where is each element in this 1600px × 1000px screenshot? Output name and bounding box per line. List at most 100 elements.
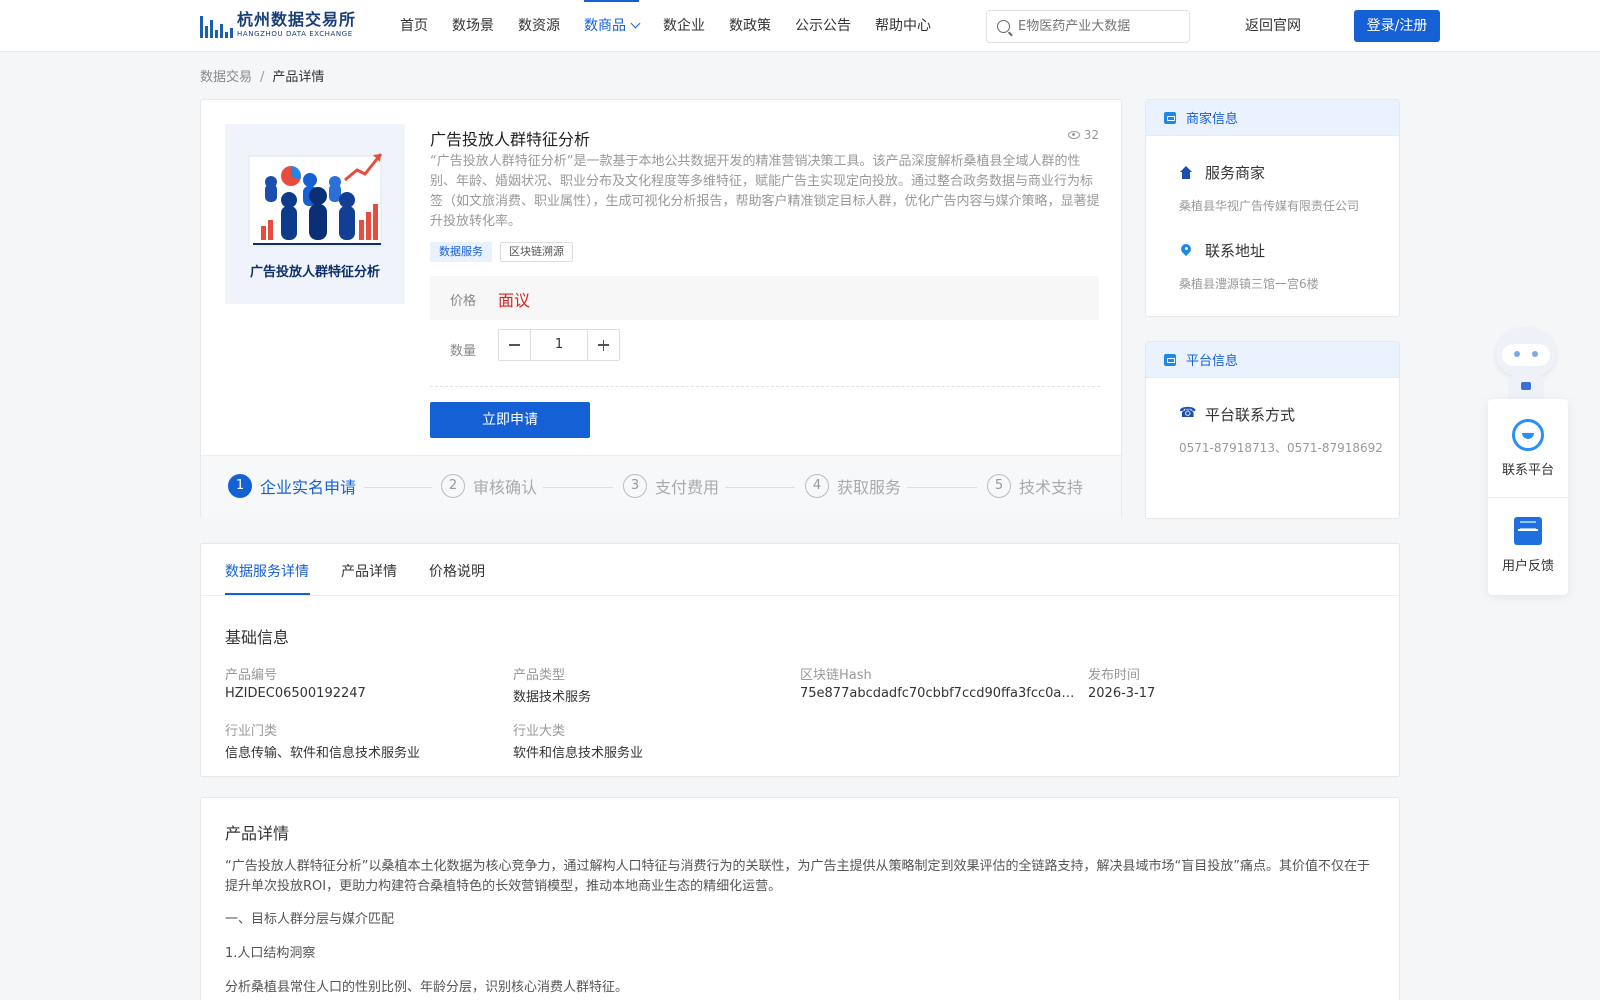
step-label: 支付费用 <box>655 478 720 497</box>
product-image: 广告投放人群特征分析 <box>225 124 405 304</box>
product-detail-paragraph: “广告投放人群特征分析”以桑植本土化数据为核心竞争力，通过解构人口特征与消费行为… <box>225 859 1370 894</box>
floating-panel: 联系平台 用户反馈 <box>1488 399 1568 595</box>
contact-platform-button[interactable]: 联系平台 <box>1488 419 1568 478</box>
merchant-card: 商家信息 服务商家 桑植县华视广告传媒有限责任公司 联系地址 桑植县澧源镇三馆一… <box>1145 99 1400 317</box>
contact-address: 联系地址 <box>1179 240 1265 261</box>
quantity-value[interactable]: 1 <box>530 330 588 360</box>
divider <box>1488 497 1568 498</box>
detail-tabs: 数据服务详情 产品详情 价格说明 <box>201 544 1399 596</box>
step-connector <box>364 487 432 488</box>
platform-card: 平台信息 平台联系方式 0571-87918713、0571-87918692 <box>1145 341 1400 519</box>
monitor-icon <box>1164 353 1176 366</box>
nav-enterprises[interactable]: 数企业 <box>663 0 705 52</box>
logo-title: 杭州数据交易所 <box>237 10 357 29</box>
step-number: 4 <box>805 474 829 498</box>
step-connector <box>725 487 795 488</box>
platform-contact: 平台联系方式 <box>1179 404 1295 425</box>
step-connector <box>907 487 977 488</box>
tab-product-details[interactable]: 产品详情 <box>341 561 397 581</box>
field-value-product-type: 数据技术服务 <box>513 690 592 705</box>
view-count-value: 32 <box>1083 128 1099 142</box>
contact-address-label: 联系地址 <box>1205 242 1266 260</box>
product-detail-heading-1: 一、目标人群分层与媒介匹配 <box>225 912 395 927</box>
field-label-industry-class: 行业大类 <box>513 724 566 739</box>
phone-icon <box>1179 405 1196 422</box>
location-pin-icon <box>1179 244 1193 258</box>
apply-button[interactable]: 立即申请 <box>430 402 590 438</box>
back-to-site-link[interactable]: 返回官网 <box>1245 0 1301 52</box>
tab-service-details[interactable]: 数据服务详情 <box>225 561 309 581</box>
home-icon <box>1179 165 1193 180</box>
process-steps: 1 企业实名申请 2 审核确认 3 支付费用 4 获取服务 5 技术支持 <box>201 455 1121 519</box>
active-tab-indicator <box>225 593 310 595</box>
logo-mark-icon <box>200 12 233 38</box>
service-merchant: 服务商家 <box>1179 162 1265 183</box>
login-register-button[interactable]: 登录/注册 <box>1354 10 1440 42</box>
minus-icon[interactable] <box>499 330 530 360</box>
search-input[interactable] <box>1018 19 1183 34</box>
store-icon <box>1164 111 1176 124</box>
nav-policies[interactable]: 数政策 <box>729 0 771 52</box>
platform-contact-value: 0571-87918713、0571-87918692 <box>1179 441 1383 455</box>
assistant-robot-icon[interactable] <box>1488 324 1568 400</box>
view-count: 32 <box>1067 128 1099 142</box>
product-description: “广告投放人群特征分析”是一款基于本地公共数据开发的精准营销决策工具。该产品深度… <box>430 154 1100 229</box>
breadcrumb-root[interactable]: 数据交易 <box>200 70 252 85</box>
platform-header-label: 平台信息 <box>1186 354 1239 369</box>
nav-products-label: 数商品 <box>584 18 626 34</box>
top-header: 杭州数据交易所 HANGZHOU DATA EXCHANGE 首页 数场景 数资… <box>0 0 1600 52</box>
step-5: 5 技术支持 <box>987 474 1083 498</box>
price-row: 价格 面议 <box>430 276 1099 320</box>
field-value-hash: 75e877abcdadfc70cbbf7ccd90ffa3fcc0a70… <box>800 686 1078 701</box>
price-label: 价格 <box>450 294 477 309</box>
step-number: 3 <box>623 474 647 498</box>
chevron-down-icon <box>630 18 641 29</box>
field-label-publish-time: 发布时间 <box>1088 668 1141 683</box>
eye-icon <box>1067 131 1080 139</box>
field-value-industry-category: 信息传输、软件和信息技术服务业 <box>225 746 421 761</box>
search-box[interactable] <box>986 10 1190 43</box>
product-detail-line: 分析桑植县常住人口的性别比例、年龄分层，识别核心消费人群特征。 <box>225 980 629 995</box>
plus-icon[interactable] <box>588 330 619 360</box>
step-label: 企业实名申请 <box>260 478 357 497</box>
logo-subtitle: HANGZHOU DATA EXCHANGE <box>237 30 353 38</box>
step-label: 获取服务 <box>837 478 902 497</box>
breadcrumb: 数据交易 / 产品详情 <box>200 66 324 85</box>
product-card: 广告投放人群特征分析 广告投放人群特征分析 32 “广告投放人群特征分析”是一款… <box>200 99 1122 519</box>
divider <box>430 386 1100 387</box>
field-value-industry-class: 软件和信息技术服务业 <box>513 746 644 761</box>
nav-home[interactable]: 首页 <box>400 0 428 52</box>
product-image-caption: 广告投放人群特征分析 <box>249 265 380 280</box>
step-connector <box>543 487 613 488</box>
mail-icon <box>1514 517 1542 545</box>
field-value-publish-time: 2026-3-17 <box>1088 686 1156 701</box>
tag-blockchain: 区块链溯源 <box>500 242 573 262</box>
platform-header: 平台信息 <box>1146 342 1399 378</box>
tag-data-service: 数据服务 <box>430 242 492 262</box>
merchant-header-label: 商家信息 <box>1186 112 1239 127</box>
service-merchant-label: 服务商家 <box>1205 164 1266 182</box>
product-detail-card: 产品详情 “广告投放人群特征分析”以桑植本土化数据为核心竞争力，通过解构人口特征… <box>200 797 1400 1000</box>
contact-platform-label: 联系平台 <box>1501 463 1554 478</box>
step-number: 2 <box>441 474 465 498</box>
step-number: 1 <box>228 474 252 498</box>
quantity-stepper: 1 <box>498 329 620 361</box>
nav-scenes[interactable]: 数场景 <box>452 0 494 52</box>
nav-products[interactable]: 数商品 <box>584 0 641 52</box>
nav-resources[interactable]: 数资源 <box>518 0 560 52</box>
product-tags: 数据服务 区块链溯源 <box>430 242 573 262</box>
product-detail-heading-2: 1.人口结构洞察 <box>225 946 316 961</box>
nav-announcements[interactable]: 公示公告 <box>795 0 851 52</box>
step-1: 1 企业实名申请 <box>228 474 356 498</box>
feedback-label: 用户反馈 <box>1501 559 1554 574</box>
step-2: 2 审核确认 <box>441 474 537 498</box>
breadcrumb-separator: / <box>260 70 265 85</box>
field-label-product-id: 产品编号 <box>225 668 278 683</box>
nav-help[interactable]: 帮助中心 <box>875 0 931 52</box>
feedback-button[interactable]: 用户反馈 <box>1488 517 1568 574</box>
tab-price-notes[interactable]: 价格说明 <box>429 561 485 581</box>
main-nav: 首页 数场景 数资源 数商品 数企业 数政策 公示公告 帮助中心 <box>400 0 955 52</box>
search-icon[interactable] <box>997 20 1010 33</box>
logo[interactable]: 杭州数据交易所 HANGZHOU DATA EXCHANGE <box>200 9 356 41</box>
step-number: 5 <box>987 474 1011 498</box>
